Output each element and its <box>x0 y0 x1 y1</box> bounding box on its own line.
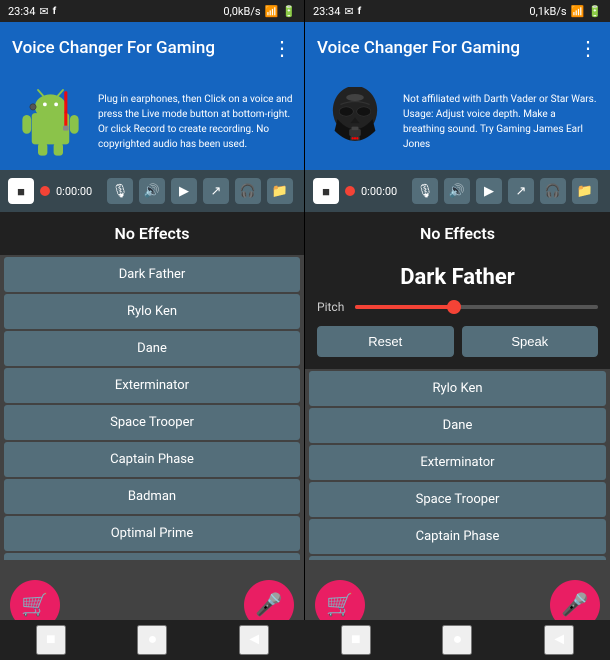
left-effect-uldron[interactable]: Uldron <box>4 553 300 560</box>
right-banner-text: Not affiliated with Darth Vader or Star … <box>395 92 600 152</box>
left-mic-icon-btn[interactable]: 🎙 <box>107 178 133 204</box>
left-controls-bar: ■ 0:00:00 🎙 🔊 ▶ ↗ 🎧 📁 <box>0 170 304 212</box>
left-folder-btn[interactable]: 📁 <box>267 178 293 204</box>
android-robot-icon <box>13 85 88 160</box>
left-banner-text: Plug in earphones, then Click on a voice… <box>90 92 294 152</box>
right-headphone-btn[interactable]: 🎧 <box>540 178 566 204</box>
right-panel-buttons: Reset Speak <box>317 326 598 357</box>
right-network: 0,1kB/s <box>529 5 566 18</box>
left-play-btn[interactable]: ▶ <box>171 178 197 204</box>
left-volume-btn[interactable]: 🔊 <box>139 178 165 204</box>
left-headphone-btn[interactable]: 🎧 <box>235 178 261 204</box>
right-effect-dane[interactable]: Dane <box>309 408 606 443</box>
right-phone-screen: 23:34 ✉ f 0,1kB/s 📶 🔋 Voice Changer For … <box>305 0 610 620</box>
left-no-effects-header[interactable]: No Effects <box>0 212 304 255</box>
right-mail-icon: ✉ <box>344 5 353 18</box>
left-share-btn[interactable]: ↗ <box>203 178 229 204</box>
right-wifi-icon: 📶 <box>571 5 585 18</box>
left-status-right: 0,0kB/s 📶 🔋 <box>223 5 296 18</box>
right-speak-button[interactable]: Speak <box>462 326 599 357</box>
right-play-btn[interactable]: ▶ <box>476 178 502 204</box>
left-effect-dane[interactable]: Dane <box>4 331 300 366</box>
left-effect-optimal-prime[interactable]: Optimal Prime <box>4 516 300 551</box>
right-controls-bar: ■ 0:00:00 🎙 🔊 ▶ ↗ 🎧 📁 <box>305 170 610 212</box>
right-reset-button[interactable]: Reset <box>317 326 454 357</box>
right-effect-rylo-ken[interactable]: Rylo Ken <box>309 371 606 406</box>
right-effect-space-trooper[interactable]: Space Trooper <box>309 482 606 517</box>
right-status-right: 0,1kB/s 📶 🔋 <box>529 5 602 18</box>
left-effect-rylo-ken[interactable]: Rylo Ken <box>4 294 300 329</box>
right-app-title: Voice Changer For Gaming <box>317 38 520 58</box>
right-pitch-slider-thumb[interactable] <box>447 300 461 314</box>
left-status-bar: 23:34 ✉ f 0,0kB/s 📶 🔋 <box>0 0 304 22</box>
right-effects-container: No Effects Dark Father Pitch Reset Speak… <box>305 212 610 560</box>
left-status-left: 23:34 ✉ f <box>8 5 56 18</box>
nav-square-right[interactable]: ■ <box>341 625 371 655</box>
left-effects-container: No Effects Dark Father Rylo Ken Dane Ext… <box>0 212 304 560</box>
bottom-navigation: ■ ● ◄ ■ ● ◄ <box>0 620 610 660</box>
right-fab-cart[interactable]: 🛒 <box>315 580 365 620</box>
right-status-bar: 23:34 ✉ f 0,1kB/s 📶 🔋 <box>305 0 610 22</box>
left-effect-badman[interactable]: Badman <box>4 479 300 514</box>
left-time: 23:34 <box>8 5 35 18</box>
left-effect-space-trooper[interactable]: Space Trooper <box>4 405 300 440</box>
right-no-effects-header[interactable]: No Effects <box>305 212 610 255</box>
right-effect-exterminator[interactable]: Exterminator <box>309 445 606 480</box>
left-app-title: Voice Changer For Gaming <box>12 38 215 58</box>
left-fab-mic[interactable]: 🎤 <box>244 580 294 620</box>
right-volume-btn[interactable]: 🔊 <box>444 178 470 204</box>
right-time: 23:34 <box>313 5 340 18</box>
left-stop-button[interactable]: ■ <box>8 178 34 204</box>
right-time-label: 0:00:00 <box>361 185 406 198</box>
left-record-indicator <box>40 186 50 196</box>
left-effect-captain-phase[interactable]: Captain Phase <box>4 442 300 477</box>
left-fb-icon: f <box>53 6 57 17</box>
right-effects-wrapper: No Effects Dark Father Pitch Reset Speak… <box>305 212 610 620</box>
nav-back-left[interactable]: ◄ <box>239 625 269 655</box>
nav-square-left[interactable]: ■ <box>36 625 66 655</box>
left-effect-dark-father[interactable]: Dark Father <box>4 257 300 292</box>
right-app-header: Voice Changer For Gaming ⋮ <box>305 22 610 74</box>
right-dark-father-title: Dark Father <box>317 265 598 290</box>
nav-back-right[interactable]: ◄ <box>544 625 574 655</box>
right-status-left: 23:34 ✉ f <box>313 5 361 18</box>
right-effect-captain-phase[interactable]: Captain Phase <box>309 519 606 554</box>
left-menu-button[interactable]: ⋮ <box>272 36 292 60</box>
right-menu-button[interactable]: ⋮ <box>578 36 598 60</box>
left-wifi-icon: 📶 <box>265 5 279 18</box>
right-share-btn[interactable]: ↗ <box>508 178 534 204</box>
left-fab-cart[interactable]: 🛒 <box>10 580 60 620</box>
left-app-header: Voice Changer For Gaming ⋮ <box>0 22 304 74</box>
right-pitch-slider-fill <box>355 305 452 309</box>
right-pitch-row: Pitch <box>317 300 598 314</box>
right-record-indicator <box>345 186 355 196</box>
left-time-label: 0:00:00 <box>56 185 101 198</box>
left-effect-exterminator[interactable]: Exterminator <box>4 368 300 403</box>
right-pitch-label: Pitch <box>317 300 347 314</box>
right-fab-mic[interactable]: 🎤 <box>550 580 600 620</box>
right-stop-button[interactable]: ■ <box>313 178 339 204</box>
left-battery-icon: 🔋 <box>282 5 296 18</box>
nav-circle-left[interactable]: ● <box>137 625 167 655</box>
left-network: 0,0kB/s <box>223 5 260 18</box>
left-effects-wrapper: No Effects Dark Father Rylo Ken Dane Ext… <box>0 212 304 620</box>
right-mic-icon-btn[interactable]: 🎙 <box>412 178 438 204</box>
right-pitch-slider-track[interactable] <box>355 305 598 309</box>
right-folder-btn[interactable]: 📁 <box>572 178 598 204</box>
right-fb-icon: f <box>358 6 362 17</box>
nav-circle-right[interactable]: ● <box>442 625 472 655</box>
left-mail-icon: ✉ <box>39 5 48 18</box>
right-dark-father-panel: Dark Father Pitch Reset Speak <box>305 255 610 369</box>
right-battery-icon: 🔋 <box>588 5 602 18</box>
left-phone-screen: 23:34 ✉ f 0,0kB/s 📶 🔋 Voice Changer For … <box>0 0 305 620</box>
vader-helmet-icon <box>320 87 390 157</box>
right-banner-image <box>315 82 395 162</box>
right-banner: Not affiliated with Darth Vader or Star … <box>305 74 610 170</box>
left-banner-image <box>10 82 90 162</box>
left-banner: Plug in earphones, then Click on a voice… <box>0 74 304 170</box>
